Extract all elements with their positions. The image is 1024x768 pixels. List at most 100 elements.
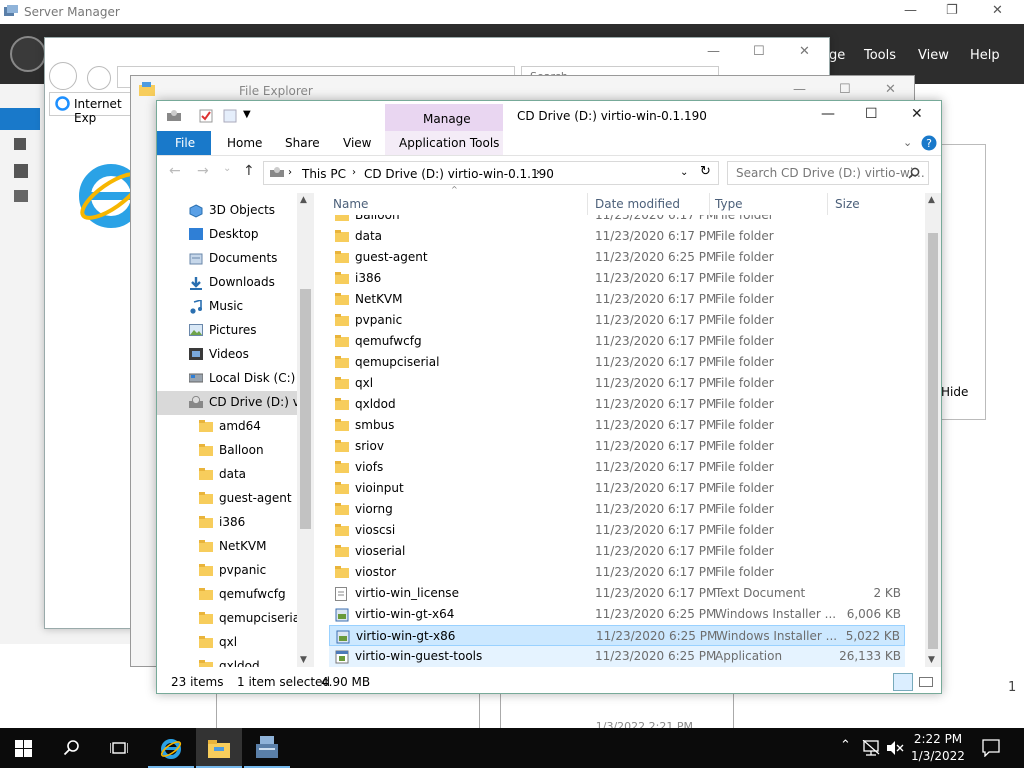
taskbar-server-manager[interactable]	[244, 728, 290, 768]
nav-item[interactable]: qxldod	[157, 655, 299, 667]
minimize-button[interactable]: —	[821, 106, 835, 122]
tab-share[interactable]: Share	[285, 136, 320, 150]
taskbar-internet-explorer[interactable]	[148, 728, 194, 768]
file-explorer-window[interactable]: ▼ Manage CD Drive (D:) virtio-win-0.1.19…	[156, 100, 942, 694]
navigation-pane[interactable]: 3D Objects Desktop Documents Downloads Music…	[157, 193, 315, 667]
maximize-button[interactable]: ☐	[865, 106, 878, 122]
dashboard-item[interactable]	[0, 108, 40, 130]
back-minimize-button[interactable]: —	[793, 82, 806, 97]
back-icon[interactable]	[10, 36, 46, 72]
breadcrumb-cd-drive[interactable]: CD Drive (D:) virtio-win-0.1.190	[364, 167, 554, 181]
properties-icon[interactable]	[199, 109, 213, 123]
file-row[interactable]: smbus 11/23/2020 6:17 PM File folder	[329, 415, 905, 436]
scroll-up-icon[interactable]: ▲	[300, 195, 307, 205]
start-button[interactable]	[0, 728, 46, 768]
file-row[interactable]: qxl 11/23/2020 6:17 PM File folder	[329, 373, 905, 394]
file-row[interactable]: vioscsi 11/23/2020 6:17 PM File folder	[329, 520, 905, 541]
back-maximize-button[interactable]: ☐	[839, 82, 851, 97]
file-row[interactable]: i386 11/23/2020 6:17 PM File folder	[329, 268, 905, 289]
file-list[interactable]: Balloon 11/23/2020 6:17 PM File folder data…	[329, 193, 925, 667]
scroll-up-icon[interactable]: ▲	[928, 195, 935, 205]
file-row[interactable]: virtio-win-gt-x64 11/23/2020 6:25 PM Windo…	[329, 604, 905, 625]
restore-button[interactable]: ❐	[946, 3, 958, 18]
tab-application-tools[interactable]: Application Tools	[399, 136, 499, 150]
menu-help[interactable]: Help	[970, 48, 1000, 63]
file-row[interactable]: virtio-win-guest-tools 11/23/2020 6:25 PM…	[329, 646, 905, 667]
file-row[interactable]: vioinput 11/23/2020 6:17 PM File folder	[329, 478, 905, 499]
ie-maximize-button[interactable]: ☐	[753, 44, 765, 59]
nav-item[interactable]: amd64	[157, 415, 299, 439]
breadcrumb-this-pc[interactable]: This PC	[302, 167, 346, 181]
navigation-scrollbar[interactable]: ▲ ▼	[297, 193, 314, 667]
search-button[interactable]	[48, 728, 94, 768]
file-row[interactable]: data 11/23/2020 6:17 PM File folder	[329, 226, 905, 247]
network-icon[interactable]	[862, 740, 880, 756]
close-button[interactable]: ✕	[911, 106, 923, 122]
notifications-icon[interactable]	[982, 739, 1000, 757]
file-row[interactable]: pvpanic 11/23/2020 6:17 PM File folder	[329, 310, 905, 331]
ie-forward-icon[interactable]	[87, 66, 111, 90]
task-view-button[interactable]	[96, 728, 142, 768]
column-divider[interactable]	[587, 193, 588, 215]
column-size[interactable]: Size	[835, 197, 860, 211]
taskbar-file-explorer[interactable]	[196, 728, 242, 768]
show-hidden-icons[interactable]: ⌃	[840, 738, 851, 753]
ie-back-icon[interactable]	[49, 62, 77, 90]
help-icon[interactable]: ?	[921, 135, 937, 151]
file-row[interactable]: viorng 11/23/2020 6:17 PM File folder	[329, 499, 905, 520]
manage-tab[interactable]: Manage	[385, 104, 503, 132]
clock-time[interactable]: 2:22 PM	[908, 732, 968, 746]
file-row[interactable]: virtio-win_license 11/23/2020 6:17 PM Text…	[329, 583, 905, 604]
file-row[interactable]: viostor 11/23/2020 6:17 PM File folder	[329, 562, 905, 583]
clock-date[interactable]: 1/3/2022	[908, 749, 968, 763]
column-date-modified[interactable]: Date modified	[595, 197, 680, 211]
nav-item[interactable]: Desktop	[157, 223, 299, 247]
nav-item[interactable]: data	[157, 463, 299, 487]
expand-ribbon-icon[interactable]: ⌄	[903, 136, 912, 149]
file-row[interactable]: qemufwcfg 11/23/2020 6:17 PM File folder	[329, 331, 905, 352]
file-row[interactable]: virtio-win-gt-x86 11/23/2020 6:25 PM Windo…	[329, 625, 905, 646]
nav-item[interactable]: Videos	[157, 343, 299, 367]
file-list-scrollbar[interactable]: ▲ ▼	[925, 193, 941, 667]
file-row[interactable]: sriov 11/23/2020 6:17 PM File folder	[329, 436, 905, 457]
scroll-down-icon[interactable]: ▼	[928, 655, 935, 665]
menu-tools[interactable]: Tools	[864, 48, 896, 63]
large-icons-view-icon[interactable]	[917, 673, 933, 689]
close-button[interactable]: ✕	[992, 3, 1003, 18]
search-input[interactable]: Search CD Drive (D:) virtio-wi...	[727, 161, 929, 185]
menu-view[interactable]: View	[918, 48, 949, 63]
column-type[interactable]: Type	[715, 197, 743, 211]
file-row[interactable]: guest-agent 11/23/2020 6:25 PM File folder	[329, 247, 905, 268]
back-close-button[interactable]: ✕	[885, 82, 896, 97]
nav-item[interactable]: i386	[157, 511, 299, 535]
nav-item[interactable]: qxl	[157, 631, 299, 655]
nav-item[interactable]: Documents	[157, 247, 299, 271]
quick-access-dropdown-icon[interactable]: ▼	[243, 109, 251, 120]
navigation-scroll-thumb[interactable]	[300, 289, 311, 529]
menu-manage[interactable]: ge	[829, 48, 845, 63]
ie-minimize-button[interactable]: —	[707, 44, 720, 59]
nav-item[interactable]: guest-agent	[157, 487, 299, 511]
column-divider[interactable]	[827, 193, 828, 215]
nav-item[interactable]: Local Disk (C:)	[157, 367, 299, 391]
file-row[interactable]: NetKVM 11/23/2020 6:17 PM File folder	[329, 289, 905, 310]
hide-link[interactable]: Hide	[941, 385, 968, 399]
refresh-icon[interactable]: ↻	[700, 164, 711, 179]
nav-item[interactable]: qemufwcfg	[157, 583, 299, 607]
minimize-button[interactable]: —	[904, 3, 917, 18]
nav-item[interactable]: Music	[157, 295, 299, 319]
scroll-down-icon[interactable]: ▼	[300, 655, 307, 665]
tab-home[interactable]: Home	[227, 136, 262, 150]
column-name[interactable]: Name	[333, 197, 368, 211]
nav-item[interactable]: Downloads	[157, 271, 299, 295]
details-view-icon[interactable]	[893, 673, 913, 691]
tab-file[interactable]: File	[157, 131, 211, 155]
volume-muted-icon[interactable]	[886, 740, 904, 756]
nav-item[interactable]: pvpanic	[157, 559, 299, 583]
column-divider[interactable]	[709, 193, 710, 215]
new-folder-icon[interactable]	[223, 109, 237, 123]
nav-item[interactable]: Balloon	[157, 439, 299, 463]
address-bar[interactable]: › This PC › CD Drive (D:) virtio-win-0.1…	[263, 161, 719, 185]
nav-item[interactable]: Pictures	[157, 319, 299, 343]
nav-item[interactable]: qemupciserial	[157, 607, 303, 631]
